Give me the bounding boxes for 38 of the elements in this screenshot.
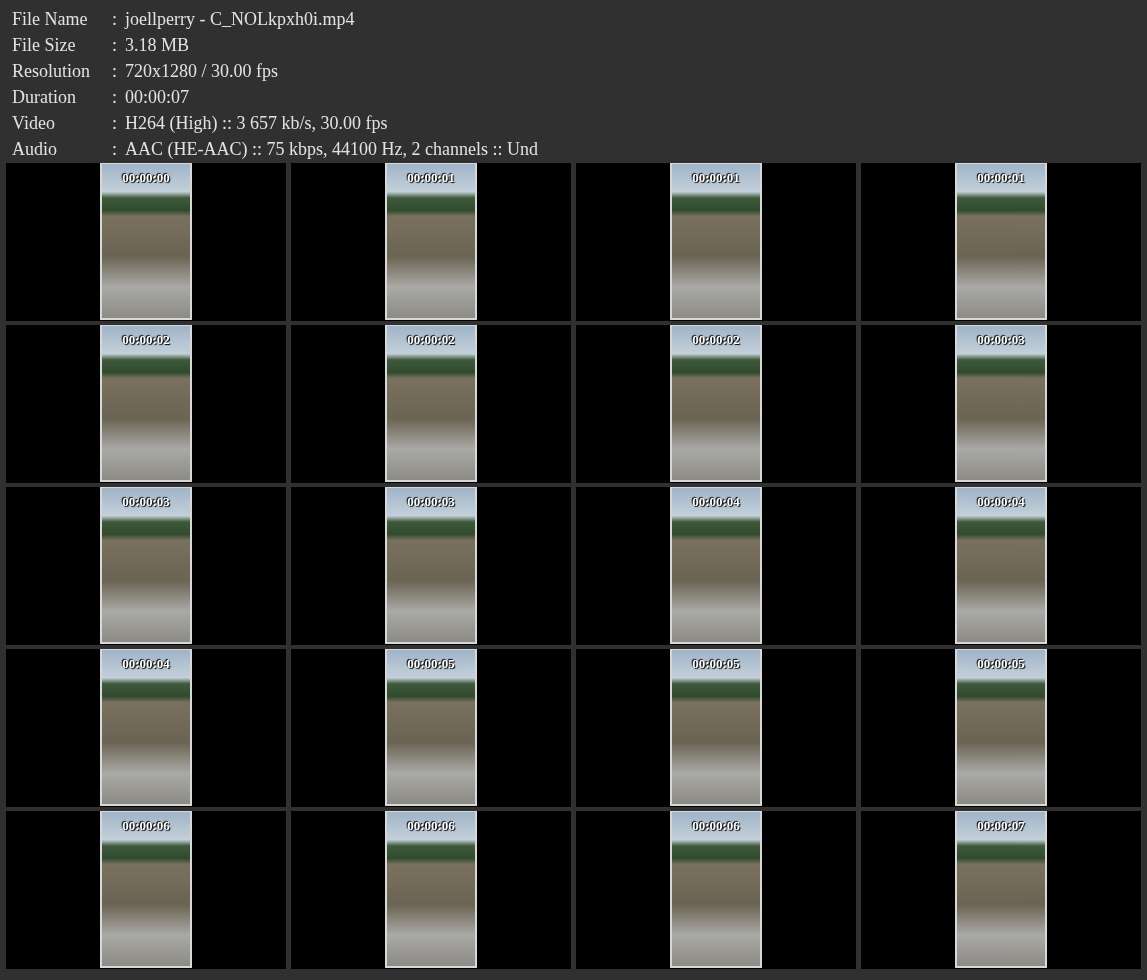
info-separator: : <box>112 8 118 30</box>
info-separator: : <box>112 112 118 134</box>
frame-timestamp: 00:00:03 <box>976 332 1026 348</box>
frame-timestamp: 00:00:07 <box>976 818 1026 834</box>
info-separator: : <box>112 34 118 56</box>
frame-timestamp: 00:00:01 <box>691 170 741 186</box>
frame-timestamp: 00:00:06 <box>691 818 741 834</box>
frame-timestamp: 00:00:00 <box>121 170 171 186</box>
info-value: 00:00:07 <box>125 86 189 108</box>
frame-timestamp: 00:00:06 <box>406 818 456 834</box>
frame-timestamp: 00:00:02 <box>406 332 456 348</box>
info-separator: : <box>112 60 118 82</box>
frame-timestamp: 00:00:04 <box>976 494 1026 510</box>
frame-timestamp: 00:00:05 <box>691 656 741 672</box>
info-value: H264 (High) :: 3 657 kb/s, 30.00 fps <box>125 112 388 134</box>
frame-timestamp: 00:00:05 <box>976 656 1026 672</box>
info-label: File Name <box>12 8 89 30</box>
frame-timestamp: 00:00:01 <box>976 170 1026 186</box>
info-separator: : <box>112 138 118 160</box>
frame-timestamp: 00:00:02 <box>121 332 171 348</box>
info-value: joellperry - C_NOLkpxh0i.mp4 <box>125 8 355 30</box>
frame-timestamp: 00:00:01 <box>406 170 456 186</box>
info-label: Resolution <box>12 60 91 82</box>
info-label: Duration <box>12 86 77 108</box>
info-label: File Size <box>12 34 77 56</box>
frame-timestamp: 00:00:04 <box>691 494 741 510</box>
frame-timestamp: 00:00:03 <box>121 494 171 510</box>
info-label: Video <box>12 112 56 134</box>
frame-timestamp: 00:00:05 <box>406 656 456 672</box>
info-value: 720x1280 / 30.00 fps <box>125 60 278 82</box>
frame-timestamp: 00:00:03 <box>406 494 456 510</box>
frame-timestamp: 00:00:06 <box>121 818 171 834</box>
frame-timestamp: 00:00:02 <box>691 332 741 348</box>
info-label: Audio <box>12 138 58 160</box>
frame-timestamp: 00:00:04 <box>121 656 171 672</box>
info-separator: : <box>112 86 118 108</box>
info-value: 3.18 MB <box>125 34 189 56</box>
info-value: AAC (HE-AAC) :: 75 kbps, 44100 Hz, 2 channels :: Und <box>125 138 538 160</box>
